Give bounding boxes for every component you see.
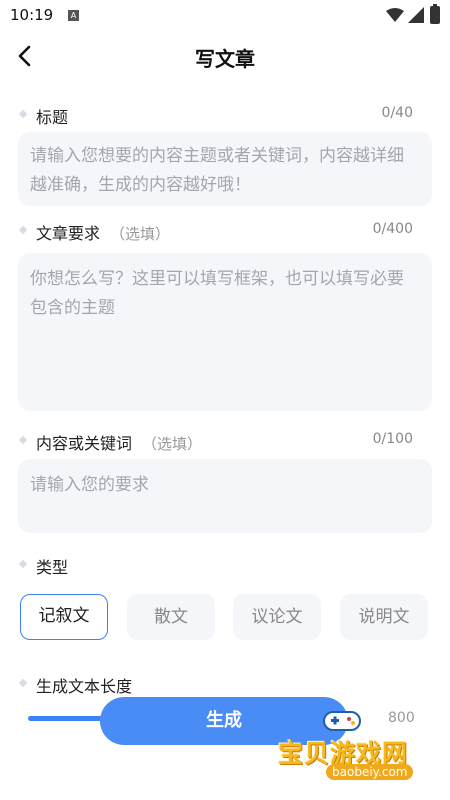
bullet-diamond-icon <box>18 678 28 688</box>
title-label-row: 标题 0/40 <box>18 104 434 127</box>
keywords-char-count: 0/100 <box>372 431 413 447</box>
requirements-field[interactable] <box>18 253 432 411</box>
requirements-label-row: 文章要求 （选填） 0/400 <box>18 220 434 244</box>
title-input[interactable] <box>30 142 420 196</box>
wifi-icon <box>386 8 404 22</box>
optional-tag: （选填） <box>110 225 171 243</box>
status-time: 10:19 <box>10 6 54 24</box>
bullet-diamond-icon <box>18 435 28 445</box>
length-slider[interactable] <box>28 716 108 721</box>
status-bar: 10:19 A <box>0 0 450 32</box>
signal-icon <box>408 7 424 23</box>
title-char-count: 0/40 <box>381 105 413 121</box>
title-field[interactable] <box>18 132 432 206</box>
type-option-expository[interactable]: 说明文 <box>340 594 428 640</box>
watermark-logo: 宝贝游戏网 baobeiy.com <box>274 706 434 792</box>
page-title: 写文章 <box>195 47 255 71</box>
keywords-label-row: 内容或关键词 （选填） 0/100 <box>18 430 434 454</box>
keywords-input[interactable] <box>30 471 420 521</box>
watermark-domain: baobeiy.com <box>326 764 414 780</box>
battery-icon <box>430 4 440 24</box>
length-label-row: 生成文本长度 <box>18 673 434 696</box>
bullet-diamond-icon <box>18 225 28 235</box>
title-label: 标题 <box>36 108 69 127</box>
keywords-label-text: 内容或关键词 <box>36 434 133 453</box>
type-option-argumentative[interactable]: 议论文 <box>233 594 321 640</box>
keywords-label: 内容或关键词 （选填） <box>36 430 202 454</box>
requirements-label: 文章要求 （选填） <box>36 220 170 244</box>
requirements-char-count: 0/400 <box>372 221 413 237</box>
gamepad-icon <box>323 711 361 731</box>
bullet-diamond-icon <box>18 559 28 569</box>
type-option-prose[interactable]: 散文 <box>127 594 215 640</box>
navbar: 写文章 <box>0 32 450 80</box>
type-option-narrative[interactable]: 记叙文 <box>20 594 108 640</box>
keywords-field[interactable] <box>18 459 432 533</box>
optional-tag: （选填） <box>142 435 203 453</box>
length-label: 生成文本长度 <box>36 677 133 696</box>
type-label-row: 类型 <box>18 554 434 577</box>
bullet-diamond-icon <box>18 109 28 119</box>
requirements-input[interactable] <box>30 265 420 399</box>
requirements-label-text: 文章要求 <box>36 224 101 243</box>
notification-icon: A <box>68 10 79 21</box>
type-label: 类型 <box>36 558 69 577</box>
